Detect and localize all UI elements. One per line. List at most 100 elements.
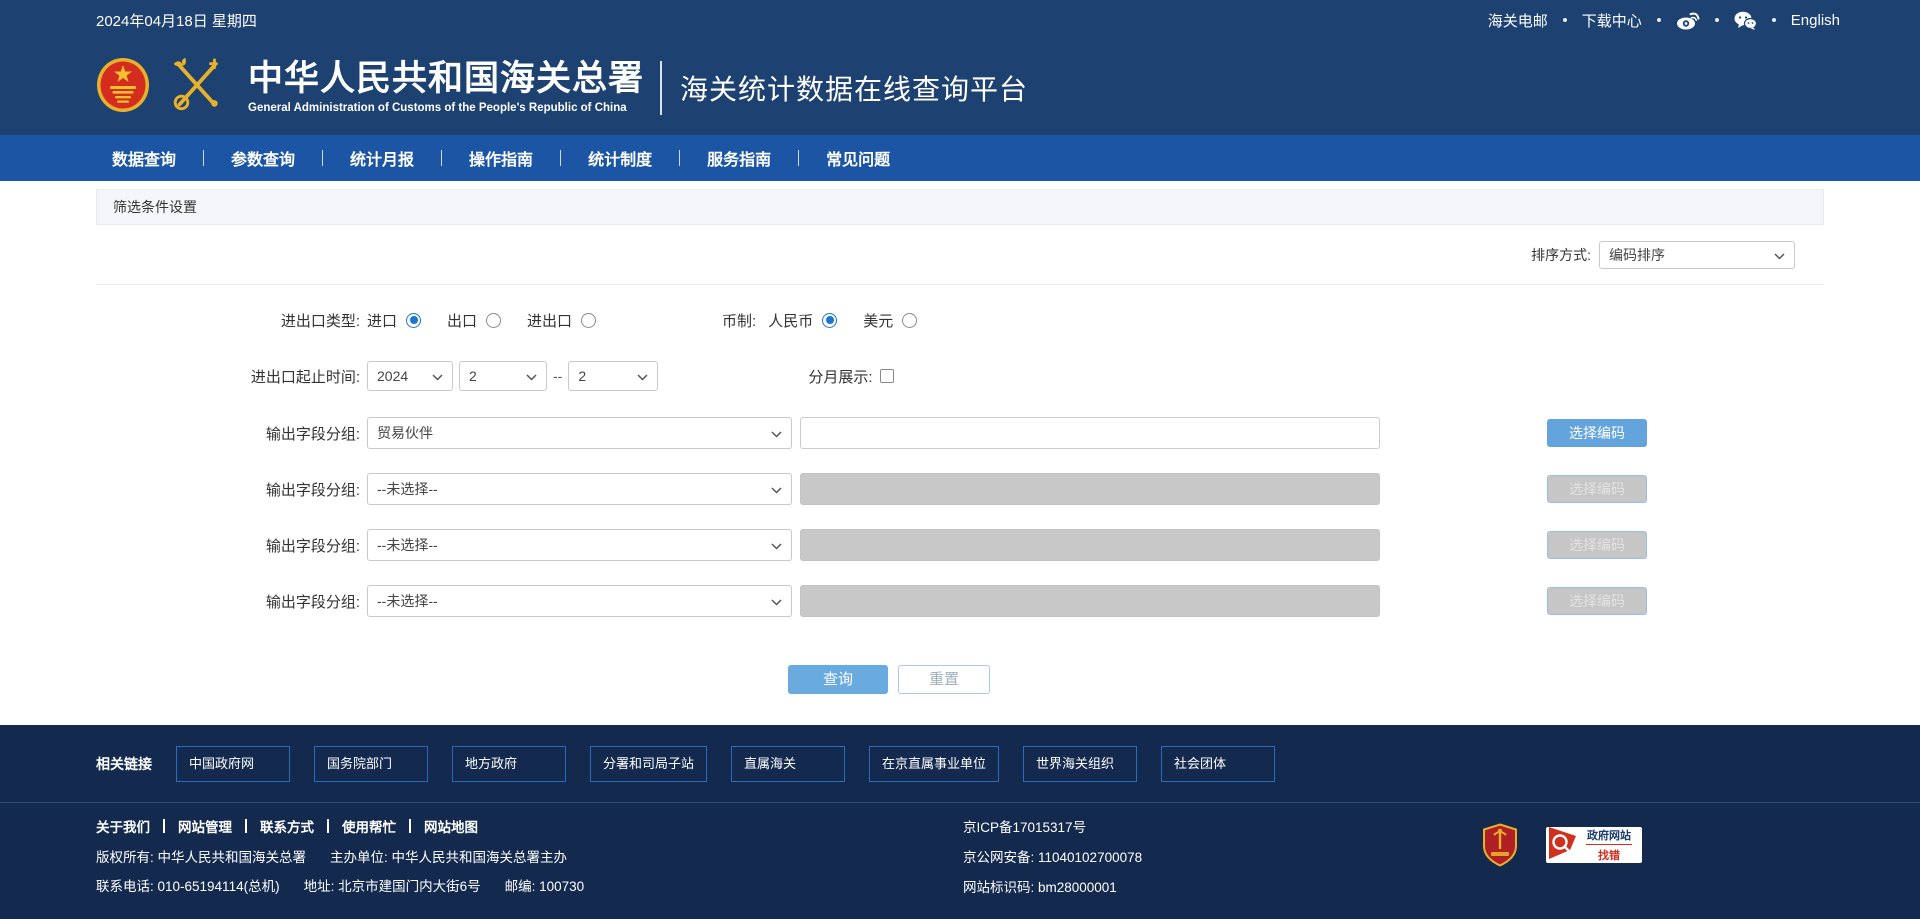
code-input-disabled (800, 473, 1380, 505)
code-input[interactable] (800, 417, 1380, 449)
nav-item-service-guide[interactable]: 服务指南 (707, 146, 771, 170)
footer-link-box-chinagov[interactable]: 中国政府网 (176, 746, 290, 782)
chevron-down-icon (771, 593, 782, 609)
footer-copyright-line: 版权所有: 中华人民共和国海关总署 主办单位: 中华人民共和国海关总署主办 (96, 846, 608, 866)
org-title-en: General Administration of Customs of the… (248, 102, 644, 114)
trade-type-option-export[interactable]: 出口 (447, 310, 501, 331)
nav-item-data-query[interactable]: 数据查询 (112, 146, 176, 170)
postcode-text: 邮编: 100730 (505, 875, 585, 895)
year-select[interactable]: 2024 (367, 361, 453, 391)
trade-type-option-import-export[interactable]: 进出口 (527, 310, 596, 331)
gov-site-error-report-badge[interactable]: 政府网站 找错 (1546, 827, 1642, 863)
weibo-icon[interactable] (1676, 11, 1700, 30)
chevron-down-icon (771, 537, 782, 553)
site-header: 中华人民共和国海关总署 General Administration of Cu… (0, 40, 1920, 135)
footer-menu-sitemap[interactable]: 网站地图 (424, 816, 478, 836)
chevron-down-icon (526, 368, 537, 384)
radio-import[interactable] (406, 313, 421, 328)
radio-export[interactable] (486, 313, 501, 328)
field-group-select[interactable]: --未选择-- (367, 473, 792, 505)
org-title-cn: 中华人民共和国海关总署 (248, 61, 644, 98)
main-content: 筛选条件设置 排序方式: 编码排序 进出口类型: 进口 出口 进出口 币制: (0, 189, 1920, 694)
currency-option-usd[interactable]: 美元 (863, 310, 917, 331)
wechat-icon[interactable] (1734, 11, 1757, 30)
sort-label: 排序方式: (1531, 245, 1591, 265)
nav-item-operation-guide[interactable]: 操作指南 (469, 146, 533, 170)
chevron-down-icon (432, 368, 443, 384)
sort-row: 排序方式: 编码排序 (96, 225, 1824, 285)
badge-divider (1586, 844, 1632, 845)
footer-menu-site-management[interactable]: 网站管理 (178, 816, 232, 836)
nav-separator (322, 150, 323, 166)
start-month-select[interactable]: 2 (459, 361, 547, 391)
address-text: 地址: 北京市建国门内大街6号 (304, 875, 481, 895)
select-code-button-disabled: 选择编码 (1547, 475, 1647, 503)
footer-badges: 政府网站 找错 (1482, 823, 1642, 867)
chevron-down-icon (637, 368, 648, 384)
footer-link-box-state-council[interactable]: 国务院部门 (314, 746, 428, 782)
dot-separator (1715, 18, 1719, 22)
radio-rmb[interactable] (822, 313, 837, 328)
field-group-select[interactable]: --未选择-- (367, 529, 792, 561)
related-links-band: 相关链接 中国政府网 国务院部门 地方政府 分署和司局子站 直属海关 在京直属事… (0, 725, 1920, 802)
national-emblem-logo (96, 57, 150, 119)
dot-separator (1563, 18, 1567, 22)
monthly-display-checkbox[interactable] (880, 369, 894, 383)
monthly-display-label[interactable]: 分月展示: (808, 366, 872, 387)
footer-menu-separator (163, 819, 165, 833)
customs-mail-link[interactable]: 海关电邮 (1488, 10, 1548, 31)
query-button[interactable]: 查询 (788, 665, 888, 694)
nav-item-monthly-report[interactable]: 统计月报 (350, 146, 414, 170)
footer-menu-separator (327, 819, 329, 833)
field-group-row: 输出字段分组: 贸易伙伴 选择编码 (0, 417, 1920, 449)
period-range-separator: -- (553, 368, 562, 384)
nav-item-statistics-system[interactable]: 统计制度 (588, 146, 652, 170)
footer-menu-contact[interactable]: 联系方式 (260, 816, 314, 836)
radio-import-export[interactable] (581, 313, 596, 328)
field-group-row: 输出字段分组: --未选择-- 选择编码 (0, 585, 1920, 617)
footer-link-box-direct-customs[interactable]: 直属海关 (731, 746, 845, 782)
topbar-menu: 海关电邮 下载中心 (1488, 10, 1840, 31)
footer-menu-separator (409, 819, 411, 833)
footer-link-box-social-groups[interactable]: 社会团体 (1161, 746, 1275, 782)
language-switch-link[interactable]: English (1791, 12, 1840, 29)
download-center-link[interactable]: 下载中心 (1582, 10, 1642, 31)
footer-bottom: 关于我们 网站管理 联系方式 使用帮忙 网站地图 版权所有: 中华人民共和国海关… (0, 802, 1920, 919)
copyright-text: 版权所有: 中华人民共和国海关总署 (96, 846, 306, 866)
chevron-down-icon (771, 481, 782, 497)
trade-type-option-import[interactable]: 进口 (367, 310, 421, 331)
radio-usd[interactable] (902, 313, 917, 328)
footer-link-box-beijing-units[interactable]: 在京直属事业单位 (869, 746, 999, 782)
site-identifier-code: 网站标识码: bm28000001 (963, 876, 1142, 896)
end-month-select[interactable]: 2 (568, 361, 658, 391)
footer-link-box-local-gov[interactable]: 地方政府 (452, 746, 566, 782)
footer-menu-separator (245, 819, 247, 833)
field-group-select[interactable]: --未选择-- (367, 585, 792, 617)
footer-link-box-wco[interactable]: 世界海关组织 (1023, 746, 1137, 782)
footer-menu: 关于我们 网站管理 联系方式 使用帮忙 网站地图 (96, 816, 608, 836)
footer-info-left: 关于我们 网站管理 联系方式 使用帮忙 网站地图 版权所有: 中华人民共和国海关… (96, 816, 608, 904)
current-date: 2024年04月18日 星期四 (96, 10, 257, 31)
main-nav: 数据查询 参数查询 统计月报 操作指南 统计制度 服务指南 常见问题 (0, 135, 1920, 181)
customs-shield-badge[interactable] (1482, 823, 1518, 867)
currency-option-rmb[interactable]: 人民币 (768, 310, 837, 331)
reset-button[interactable]: 重置 (898, 665, 990, 694)
footer-link-box-branch-sites[interactable]: 分署和司局子站 (590, 746, 707, 782)
footer-menu-help[interactable]: 使用帮忙 (342, 816, 396, 836)
nav-item-faq[interactable]: 常见问题 (826, 146, 890, 170)
sort-select[interactable]: 编码排序 (1599, 241, 1795, 269)
nav-separator (441, 150, 442, 166)
footer-menu-about[interactable]: 关于我们 (96, 816, 150, 836)
trade-type-label: 进出口类型: (96, 310, 360, 331)
nav-item-param-query[interactable]: 参数查询 (231, 146, 295, 170)
nav-separator (798, 150, 799, 166)
police-record-number: 京公网安备: 11040102700078 (963, 846, 1142, 866)
chevron-down-icon (1774, 247, 1785, 263)
field-group-select[interactable]: 贸易伙伴 (367, 417, 792, 449)
badge-find-error-text: 找错 (1598, 847, 1620, 863)
select-code-button[interactable]: 选择编码 (1547, 419, 1647, 447)
action-button-row: 查询 重置 (0, 665, 1920, 694)
field-group-row: 输出字段分组: --未选择-- 选择编码 (0, 529, 1920, 561)
field-group-label: 输出字段分组: (96, 479, 360, 500)
period-label: 进出口起止时间: (96, 366, 360, 387)
